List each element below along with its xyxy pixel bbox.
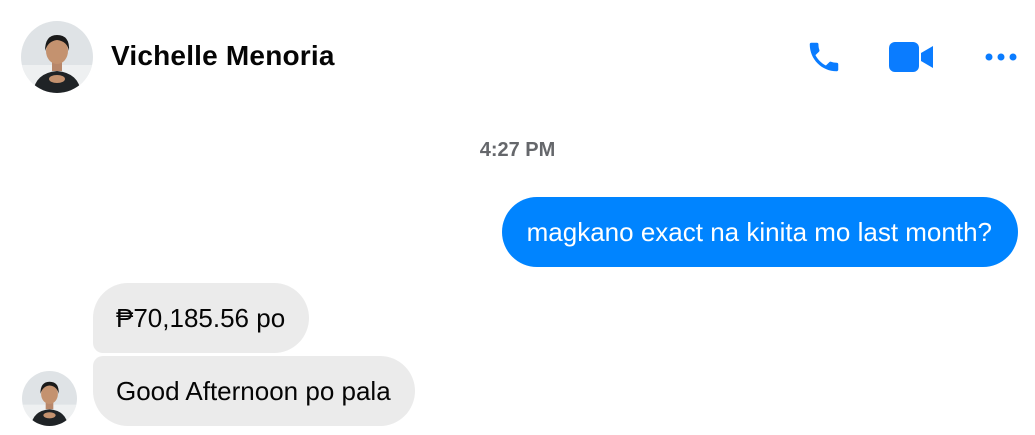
- video-call-button[interactable]: [884, 34, 940, 80]
- outgoing-message-bubble[interactable]: magkano exact na kinita mo last month?: [501, 197, 1018, 267]
- contact-name[interactable]: Vichelle Menoria: [111, 40, 335, 72]
- chat-header: Vichelle Menoria: [0, 0, 1035, 112]
- more-dots-icon: [985, 53, 1017, 61]
- incoming-message-bubble[interactable]: ₱70,185.56 po: [93, 283, 310, 353]
- message-timestamp: 4:27 PM: [479, 139, 556, 161]
- call-button[interactable]: [800, 34, 848, 80]
- phone-icon: [809, 42, 839, 72]
- sender-avatar[interactable]: [22, 371, 77, 426]
- more-options-button[interactable]: [978, 34, 1024, 80]
- contact-avatar[interactable]: [21, 21, 93, 93]
- incoming-message-bubble[interactable]: Good Afternoon po pala: [93, 356, 415, 426]
- video-camera-icon: [889, 42, 933, 72]
